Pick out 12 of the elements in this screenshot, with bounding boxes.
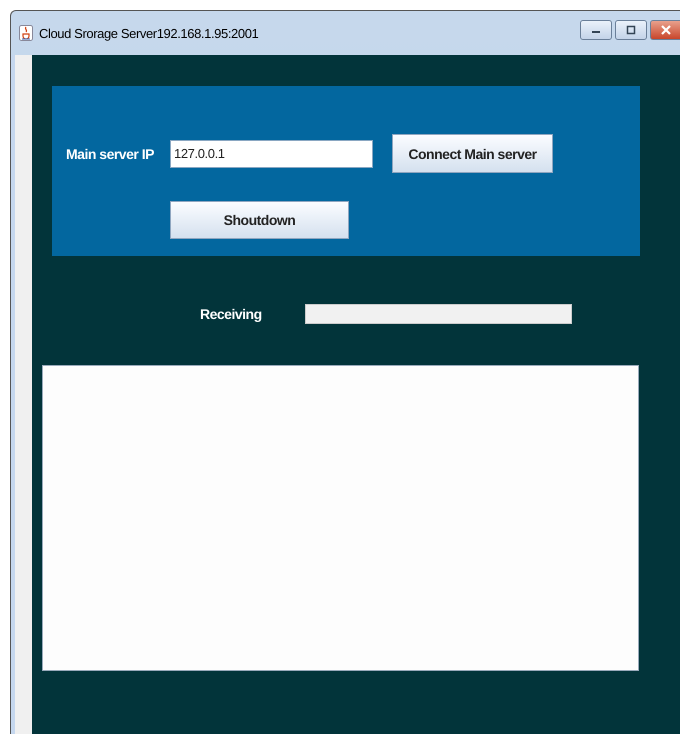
java-cup-icon (19, 25, 33, 41)
close-icon (660, 25, 670, 35)
connect-button[interactable]: Connect Main server (392, 134, 553, 173)
server-ip-label: Main server IP (66, 146, 155, 162)
shutdown-button[interactable]: Shoutdown (170, 201, 349, 239)
maximize-button[interactable] (615, 20, 647, 40)
server-ip-field[interactable]: 127.0.0.1 (170, 140, 373, 168)
window-title: Cloud Srorage Server192.168.1.95:2001 (39, 26, 260, 40)
maximize-icon (626, 25, 636, 35)
receiving-label: Receiving (200, 306, 263, 322)
close-button[interactable] (650, 20, 680, 40)
minimize-button[interactable] (580, 20, 612, 40)
